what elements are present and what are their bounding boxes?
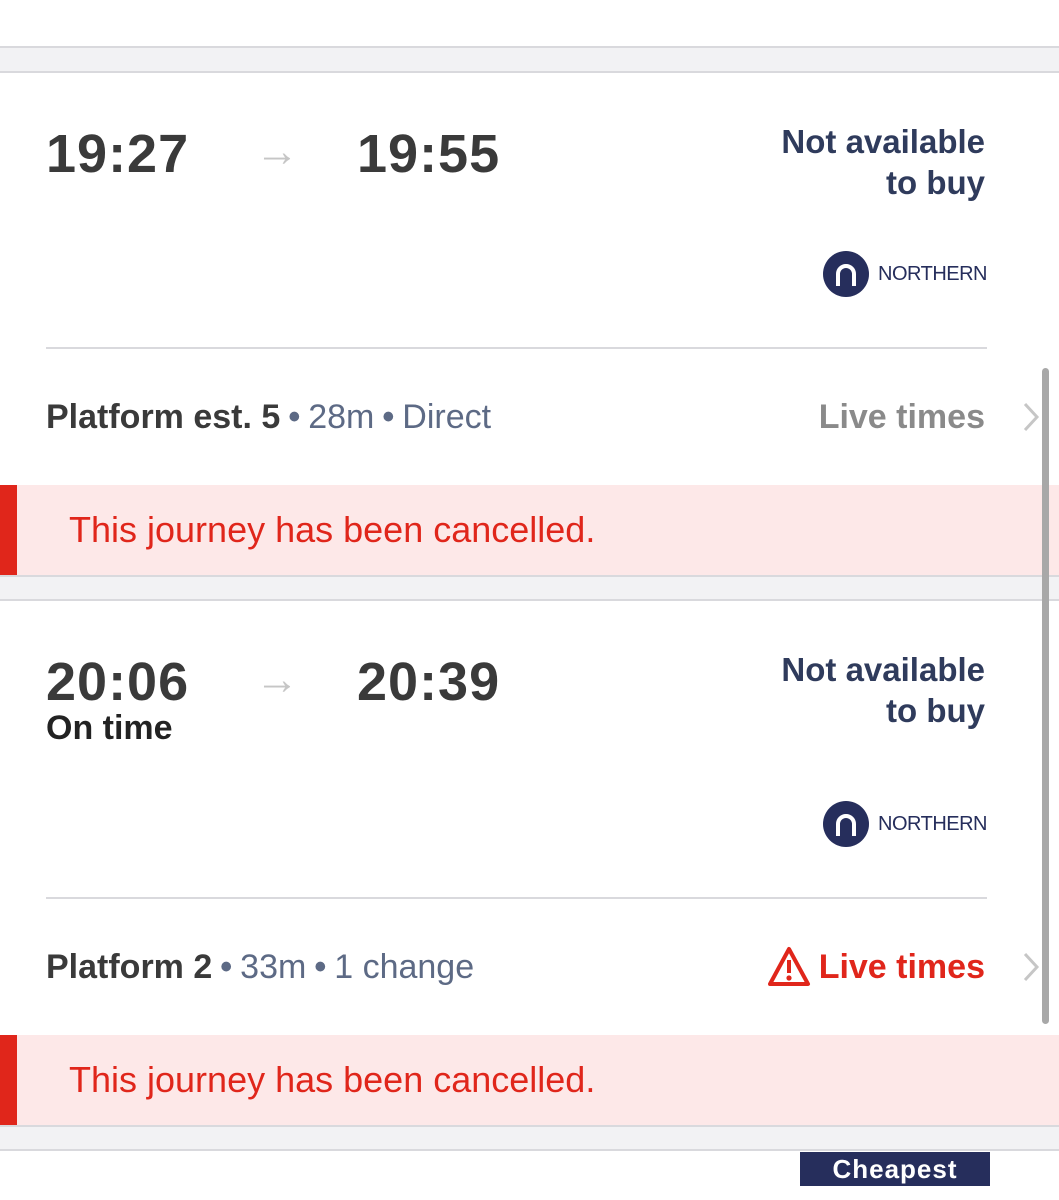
chevron-right-icon[interactable] xyxy=(1021,950,1041,984)
changes-label: Direct xyxy=(402,398,492,436)
operator: NORTHERN xyxy=(823,801,987,847)
arrival-time: 20:39 xyxy=(357,652,501,712)
platform-label: Platform 2 xyxy=(46,948,213,986)
departure-time: 20:06 xyxy=(46,652,190,712)
arrow-right-icon: → xyxy=(255,127,299,176)
cancellation-message: This journey has been cancelled. xyxy=(69,1059,596,1100)
card-separator xyxy=(0,1125,1059,1127)
arrival-time: 19:55 xyxy=(357,124,501,184)
operator-name: NORTHERN xyxy=(878,812,987,835)
changes-label: 1 change xyxy=(334,948,475,986)
duration-label: 33m xyxy=(240,948,307,986)
cancellation-accent xyxy=(0,485,17,575)
journey-card[interactable]: 19:27 → 19:55 Not available to buy NORTH… xyxy=(0,73,1059,575)
journey-card[interactable]: 20:06 → 20:39 On time Not available to b… xyxy=(0,601,1059,1125)
warning-triangle-icon xyxy=(767,947,810,986)
operator: NORTHERN xyxy=(823,251,987,297)
departure-time: 19:27 xyxy=(46,124,190,184)
departure-status: On time xyxy=(46,709,173,747)
arrow-right-icon: → xyxy=(255,655,299,704)
northern-logo-icon xyxy=(823,251,870,297)
scrollbar[interactable] xyxy=(1042,368,1049,1024)
operator-name: NORTHERN xyxy=(878,262,987,285)
duration-label: 28m xyxy=(308,398,375,436)
platform-label: Platform est. 5 xyxy=(46,398,281,436)
card-divider xyxy=(46,897,987,899)
journey-meta: Platform est. 5 • 28m • Direct xyxy=(46,398,492,436)
card-separator xyxy=(0,46,1059,48)
cancellation-accent xyxy=(0,1035,17,1125)
card-divider xyxy=(46,347,987,349)
availability-status: Not available to buy xyxy=(781,651,985,729)
journey-meta: Platform 2 • 33m • 1 change xyxy=(46,948,475,986)
cancellation-banner: This journey has been cancelled. xyxy=(0,1035,1059,1125)
cancellation-banner: This journey has been cancelled. xyxy=(0,485,1059,575)
chevron-right-icon[interactable] xyxy=(1021,400,1041,434)
previous-journey-card[interactable] xyxy=(0,0,1059,46)
card-separator xyxy=(0,575,1059,577)
northern-logo-icon xyxy=(823,801,870,847)
live-times-link[interactable]: Live times xyxy=(767,946,985,988)
cheapest-badge: Cheapest xyxy=(800,1152,990,1186)
availability-status: Not available to buy xyxy=(781,123,985,201)
cancellation-message: This journey has been cancelled. xyxy=(69,509,596,550)
live-times-link[interactable]: Live times xyxy=(819,398,985,437)
